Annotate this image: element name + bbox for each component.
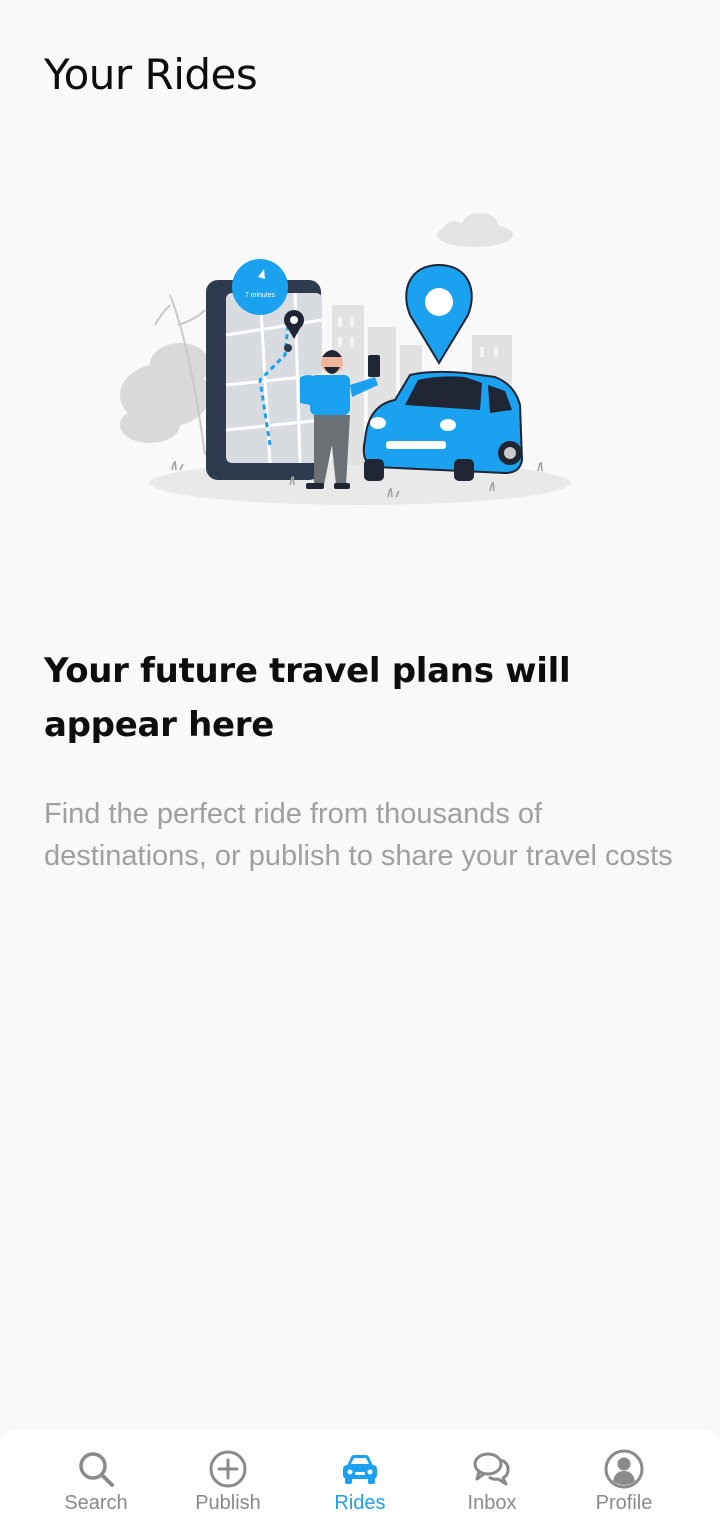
- empty-state-heading: Your future travel plans will appear her…: [44, 651, 571, 745]
- plus-circle-icon: [209, 1450, 247, 1488]
- bottom-navigation: Search Publish Rides Inbox Profile: [0, 1430, 720, 1529]
- nav-publish[interactable]: Publish: [173, 1448, 283, 1515]
- nav-rides-label: Rides: [334, 1492, 386, 1514]
- nav-search[interactable]: Search: [41, 1448, 151, 1515]
- nav-search-label: Search: [64, 1492, 128, 1514]
- empty-state-description: Find the perfect ride from thousands of …: [44, 798, 673, 872]
- empty-rides-illustration: 7 minutes: [120, 213, 570, 505]
- nav-inbox[interactable]: Inbox: [437, 1448, 547, 1515]
- nav-inbox-label: Inbox: [467, 1492, 517, 1514]
- rides-screen: Your Rides 7 minutes Your future travel …: [0, 0, 720, 1529]
- nav-publish-label: Publish: [195, 1492, 261, 1514]
- nav-profile[interactable]: Profile: [569, 1448, 679, 1515]
- page-title: Your Rides: [44, 50, 258, 99]
- search-icon: [79, 1452, 114, 1487]
- car-icon: [343, 1455, 377, 1484]
- illustration-badge-text: 7 minutes: [245, 292, 276, 299]
- chat-bubbles-icon: [473, 1452, 510, 1486]
- nav-rides[interactable]: Rides: [305, 1448, 415, 1515]
- nav-profile-label: Profile: [595, 1492, 653, 1514]
- user-circle-icon: [604, 1449, 644, 1489]
